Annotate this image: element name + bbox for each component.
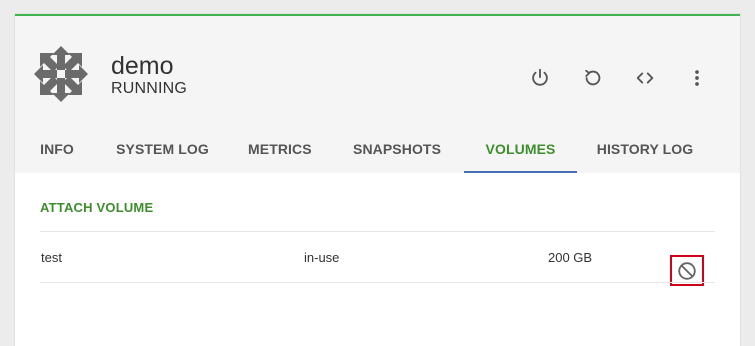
vm-detail-card: demo RUNNING INFO SYSTEM LOG METRICS SNA…	[15, 14, 740, 346]
power-icon	[532, 68, 548, 86]
console-button[interactable]	[631, 64, 659, 92]
code-icon	[636, 72, 654, 84]
tab-volumes[interactable]: VOLUMES	[464, 126, 577, 173]
tab-info[interactable]: INFO	[37, 126, 77, 173]
attach-volume-button[interactable]: ATTACH VOLUME	[40, 200, 153, 215]
divider	[40, 231, 715, 232]
tab-history-log[interactable]: HISTORY LOG	[595, 126, 695, 173]
vm-status: RUNNING	[111, 80, 188, 97]
tab-snapshots[interactable]: SNAPSHOTS	[353, 126, 441, 173]
volume-name: test	[41, 250, 62, 265]
tab-metrics[interactable]: METRICS	[248, 126, 312, 173]
power-button[interactable]	[526, 64, 554, 92]
volume-state: in-use	[304, 250, 340, 265]
volume-size: 200 GB	[548, 250, 593, 265]
vm-name: demo	[111, 52, 174, 80]
restart-button[interactable]	[579, 64, 607, 92]
centos-logo	[34, 46, 88, 102]
restart-icon	[585, 69, 601, 86]
tab-bar: INFO SYSTEM LOG METRICS SNAPSHOTS VOLUME…	[15, 126, 740, 173]
tab-system-log[interactable]: SYSTEM LOG	[115, 126, 210, 173]
detach-icon	[678, 261, 696, 280]
vm-header: demo RUNNING INFO SYSTEM LOG METRICS SNA…	[15, 16, 740, 173]
divider	[40, 282, 715, 283]
more-vertical-icon	[695, 70, 699, 86]
more-options-button[interactable]	[683, 64, 711, 92]
